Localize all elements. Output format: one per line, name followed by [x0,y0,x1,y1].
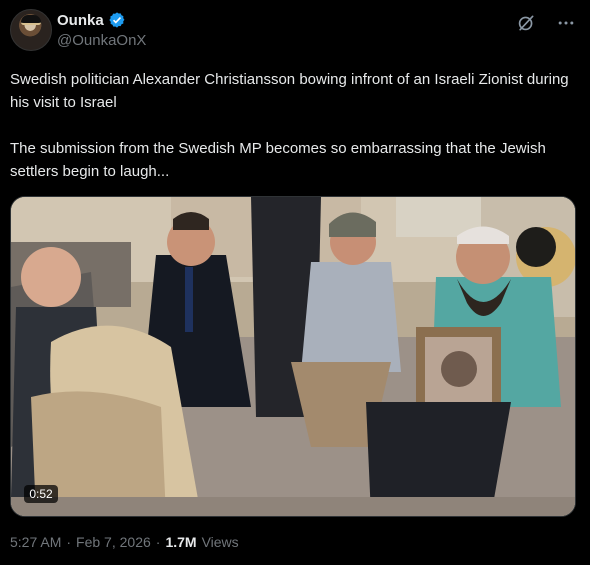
tweet-card: Ounka @OunkaOnX Swedish politician Alexa… [0,0,590,565]
tweet-header: Ounka @OunkaOnX [10,9,580,51]
views-label: Views [201,534,239,550]
header-actions [516,13,576,33]
display-name[interactable]: Ounka [57,12,104,29]
video-player[interactable]: 0:52 [10,196,576,517]
avatar[interactable] [10,9,52,51]
post-date[interactable]: Feb 7, 2026 [76,534,151,550]
avatar-hat-graphic [21,15,41,25]
grok-icon[interactable] [516,13,536,33]
views-count: 1.7M [165,534,197,550]
meta-separator: · [66,534,72,550]
handle[interactable]: @OunkaOnX [57,32,146,49]
video-frame-image [11,197,575,516]
verified-badge-icon [109,12,125,28]
video-duration-badge: 0:52 [24,485,58,503]
post-time[interactable]: 5:27 AM [10,534,61,550]
meta-separator-2: · [155,534,161,550]
name-row[interactable]: Ounka [57,10,126,30]
post-text: Swedish politician Alexander Christianss… [10,71,569,180]
post-metadata: 5:27 AM · Feb 7, 2026 · 1.7M Views [10,534,239,550]
more-icon[interactable] [556,13,576,33]
